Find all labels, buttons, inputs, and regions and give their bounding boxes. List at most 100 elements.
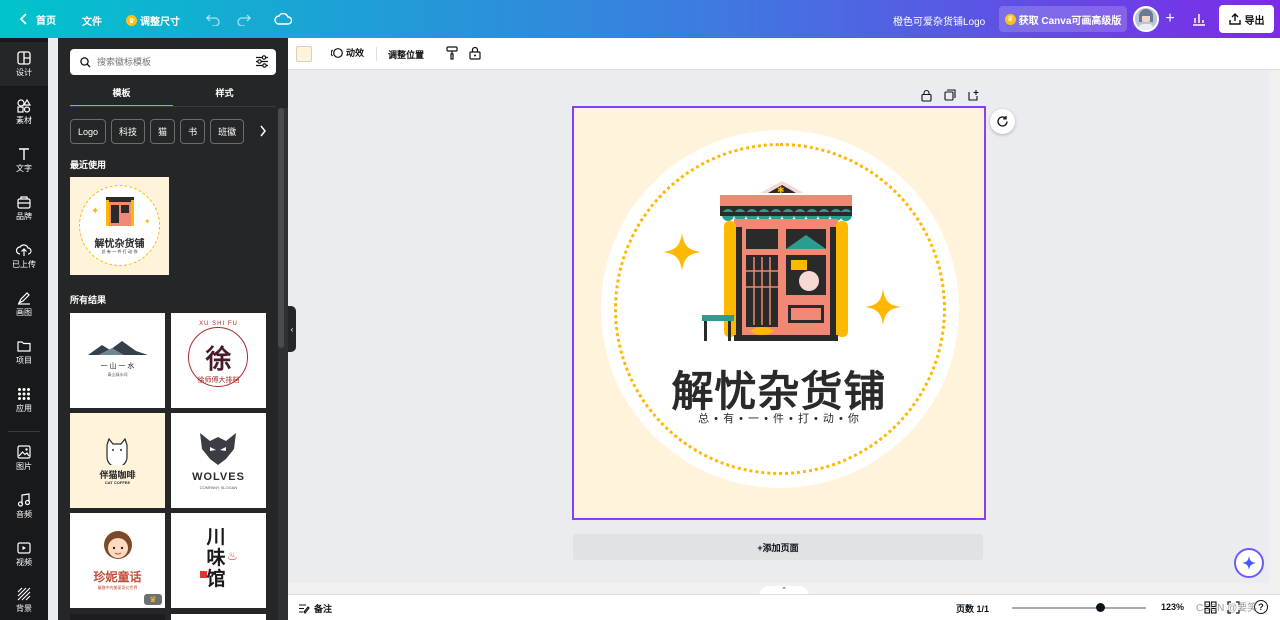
crown-icon: ♛ [126, 15, 137, 26]
template-thumb-wolves[interactable]: WOLVES COMPANY SLOGAN [171, 413, 266, 508]
lock-page-icon[interactable] [921, 89, 932, 102]
elements-icon [17, 98, 31, 113]
export-button[interactable]: 导出 [1219, 5, 1274, 33]
svg-text:✱: ✱ [777, 186, 785, 196]
chip-cat[interactable]: 猫 [150, 119, 176, 144]
rail-item-background[interactable]: 背景 [0, 578, 48, 620]
animate-label: 动效 [346, 48, 365, 58]
audio-icon [17, 492, 31, 507]
template-thumb-cat[interactable]: 伴猫咖啡 CAT COFFEE [70, 413, 165, 508]
insights-chart-icon[interactable] [1189, 9, 1209, 29]
add-page-icon[interactable] [968, 89, 980, 101]
lock-icon[interactable] [469, 46, 481, 60]
resize-label: 调整尺寸 [140, 17, 180, 28]
chip-logo[interactable]: Logo [70, 119, 107, 144]
add-collaborator-icon[interactable]: + [1160, 9, 1180, 29]
zoom-slider[interactable] [1012, 603, 1146, 612]
premium-crown-badge: ♛ [144, 594, 162, 605]
tab-templates[interactable]: 模板 [70, 86, 173, 107]
regenerate-button[interactable] [990, 109, 1015, 134]
position-button[interactable]: 调整位置 [388, 48, 424, 61]
left-rail: 设计 素材 文字 品牌 已上传 画图 项目 应用 图片 音频 视频 背景 [0, 38, 48, 620]
fullscreen-icon[interactable] [1227, 601, 1240, 614]
thumb-star: ✦ [91, 206, 100, 217]
search-box[interactable] [70, 49, 276, 75]
search-icon [80, 56, 91, 68]
rail-item-projects[interactable]: 项目 [0, 330, 48, 374]
format-painter-icon[interactable] [446, 46, 458, 60]
rail-label: 应用 [16, 403, 32, 413]
rail-item-text[interactable]: 文字 [0, 138, 48, 182]
design-icon [17, 50, 31, 65]
chip-label: 班徽 [218, 127, 237, 137]
rail-item-design[interactable]: 设计 [0, 42, 48, 86]
chip-label: 书 [188, 127, 198, 137]
rail-item-brand[interactable]: 品牌 [0, 186, 48, 230]
animate-button[interactable]: 动效 [331, 46, 364, 59]
chip-book[interactable]: 书 [180, 119, 206, 144]
chip-label: 科技 [119, 127, 138, 137]
rail-item-apps[interactable]: 应用 [0, 378, 48, 422]
canvas-scrollbar-track [1269, 71, 1280, 583]
rail-item-audio[interactable]: 音频 [0, 484, 48, 528]
panel-scrollbar-thumb[interactable] [278, 108, 284, 348]
chip-class-badge[interactable]: 班徽 [210, 119, 245, 144]
design-page[interactable]: ✱ 解忧杂货铺 总 • 有 • 一 • 件 • 打 • 动 • 你 [572, 106, 986, 520]
resize-button[interactable]: ♛ 调整尺寸 [126, 13, 180, 28]
redo-icon[interactable] [234, 9, 254, 29]
zoom-label: 123% [1161, 602, 1185, 612]
rail-label: 设计 [16, 67, 32, 77]
template-thumb-xu[interactable]: XU SHI FU 徐 徐师傅大排档 [171, 313, 266, 408]
text-icon [19, 147, 29, 160]
zoom-level[interactable]: 123% [1161, 602, 1184, 612]
zoom-slider-thumb[interactable] [1095, 603, 1105, 612]
chips-next-icon[interactable] [259, 125, 267, 137]
chip-label: 猫 [158, 127, 168, 137]
home-button[interactable]: 首页 [14, 9, 56, 29]
tab-styles[interactable]: 样式 [173, 86, 276, 106]
recent-template-thumb[interactable]: ✦ ✦ 解忧杂货铺 总·有·一·件·打·动·你 [70, 177, 169, 275]
background-icon [17, 587, 31, 600]
girl-illustration [104, 531, 132, 559]
cloud-saved-icon[interactable] [273, 9, 293, 29]
template-thumb-mountain[interactable]: 一 山 一 水 青山绿水间 [70, 313, 165, 408]
filter-icon[interactable] [255, 55, 269, 68]
tab-underline [70, 106, 276, 107]
background-color-swatch[interactable] [296, 46, 312, 62]
document-title[interactable]: 橙色可爱杂货铺Logo [893, 13, 985, 28]
thumb-top: XU SHI FU [199, 321, 238, 327]
file-menu[interactable]: 文件 [82, 13, 102, 28]
search-input[interactable] [97, 57, 247, 67]
page-count[interactable]: 页数 1/1 [956, 602, 989, 615]
rail-item-elements[interactable]: 素材 [0, 90, 48, 134]
avatar[interactable] [1133, 6, 1159, 32]
magic-assistant-button[interactable] [1234, 548, 1264, 578]
rail-item-draw[interactable]: 画图 [0, 282, 48, 326]
logo-slogan[interactable]: 总 • 有 • 一 • 件 • 打 • 动 • 你 [574, 410, 984, 426]
rail-item-upload[interactable]: 已上传 [0, 234, 48, 278]
page-controls [917, 88, 985, 104]
notes-icon [298, 603, 310, 614]
rail-label: 音频 [16, 509, 32, 519]
chip-tech[interactable]: 科技 [111, 119, 146, 144]
thumb-line1: 一 山 一 水 [100, 363, 135, 370]
grid-view-icon[interactable] [1204, 601, 1217, 614]
rail-item-video[interactable]: 视频 [0, 532, 48, 576]
duplicate-page-icon[interactable] [944, 89, 956, 101]
notes-button[interactable]: 备注 [298, 602, 332, 615]
chili-icon: ♨ [227, 549, 238, 563]
undo-icon[interactable] [203, 9, 223, 29]
add-page-button[interactable]: +添加页面 [573, 534, 983, 560]
wolf-illustration [200, 433, 236, 465]
template-thumb-girl[interactable]: 珍妮童话 童趣中的美丽奇幻世界 ♛ [70, 513, 165, 608]
rail-label: 已上传 [12, 259, 36, 269]
rail-item-photos[interactable]: 图片 [0, 436, 48, 480]
collapse-panel-button[interactable]: ‹ [288, 306, 296, 352]
sparkle-star-icon [865, 289, 901, 325]
upgrade-button[interactable]: ♛ 获取 Canva可画高级版 [999, 6, 1127, 32]
help-icon[interactable]: ? [1254, 600, 1268, 614]
refresh-icon [997, 116, 1008, 127]
brand-icon [17, 195, 31, 209]
image-icon [17, 444, 31, 459]
template-thumb-sichuan[interactable]: 川味馆 ♨ [171, 513, 266, 608]
